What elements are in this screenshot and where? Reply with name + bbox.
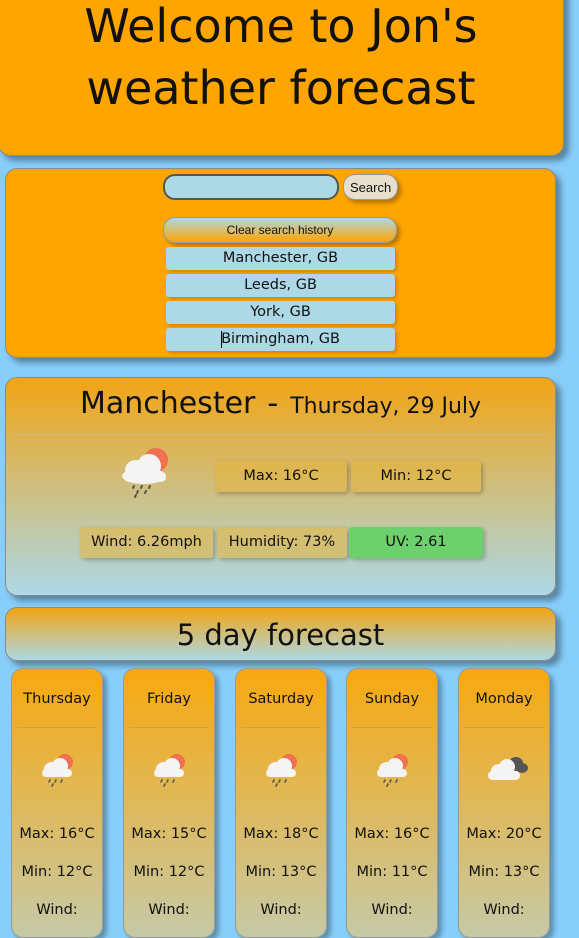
forecast-min: Min: 13°C bbox=[468, 864, 540, 880]
divider bbox=[352, 727, 432, 728]
page-title: Welcome to Jon's weather forecast bbox=[84, 0, 478, 115]
forecast-wind: Wind: bbox=[371, 902, 413, 918]
forecast-max: Max: 16°C bbox=[354, 826, 430, 842]
cloudy-icon bbox=[485, 751, 528, 787]
forecast-min: Min: 12°C bbox=[21, 864, 93, 880]
forecast-title: 5 day forecast bbox=[176, 618, 385, 652]
clear-history-button[interactable]: Clear search history bbox=[163, 217, 397, 243]
forecast-day-name: Friday bbox=[147, 691, 191, 707]
divider bbox=[241, 727, 321, 728]
forecast-day-card: Saturday Max: 18°C Min: 13°C Wind: bbox=[235, 668, 327, 938]
history-item[interactable]: Manchester, GB bbox=[166, 247, 395, 270]
forecast-max: Max: 15°C bbox=[131, 826, 207, 842]
header-banner: Welcome to Jon's weather forecast bbox=[0, 0, 564, 156]
rain-cloud-sun-icon bbox=[38, 751, 78, 787]
search-input[interactable] bbox=[163, 174, 339, 200]
current-weather-title: Manchester - Thursday, 29 July bbox=[6, 386, 555, 421]
forecast-header: 5 day forecast bbox=[5, 607, 556, 661]
divider bbox=[11, 434, 550, 435]
forecast-day-card: Friday Max: 15°C Min: 12°C Wind: bbox=[123, 668, 215, 938]
max-temp: Max: 16°C bbox=[215, 461, 347, 492]
forecast-min: Min: 11°C bbox=[356, 864, 428, 880]
forecast-wind: Wind: bbox=[148, 902, 190, 918]
humidity: Humidity: 73% bbox=[217, 527, 347, 558]
forecast-day-name: Saturday bbox=[248, 691, 314, 707]
search-history-list: Manchester, GB Leeds, GB York, GB Birmin… bbox=[166, 247, 395, 355]
forecast-max: Max: 18°C bbox=[243, 826, 319, 842]
forecast-wind: Wind: bbox=[36, 902, 78, 918]
history-item[interactable]: Leeds, GB bbox=[166, 274, 395, 297]
forecast-day-card: Sunday Max: 16°C Min: 11°C Wind: bbox=[346, 668, 438, 938]
forecast-max: Max: 20°C bbox=[466, 826, 542, 842]
current-weather-panel: Manchester - Thursday, 29 July Max: 16°C M… bbox=[5, 377, 556, 596]
forecast-day-name: Monday bbox=[475, 691, 533, 707]
wind-speed: Wind: 6.26mph bbox=[80, 527, 213, 558]
history-item-label: Birmingham, GB bbox=[221, 331, 340, 347]
forecast-day-name: Sunday bbox=[364, 691, 420, 707]
forecast-day-name: Thursday bbox=[23, 691, 91, 707]
forecast-min: Min: 13°C bbox=[245, 864, 317, 880]
forecast-day-card: Monday Max: 20°C Min: 13°C Wind: bbox=[458, 668, 550, 938]
search-panel: Search Clear search history Manchester, … bbox=[5, 168, 556, 358]
history-item[interactable]: Birmingham, GB bbox=[166, 328, 395, 351]
divider bbox=[129, 727, 209, 728]
min-temp: Min: 12°C bbox=[351, 461, 481, 492]
rain-cloud-sun-icon bbox=[116, 446, 176, 498]
current-date: Thursday, 29 July bbox=[290, 394, 482, 419]
forecast-wind: Wind: bbox=[260, 902, 302, 918]
forecast-max: Max: 16°C bbox=[19, 826, 95, 842]
city-name: Manchester bbox=[79, 386, 256, 421]
forecast-min: Min: 12°C bbox=[133, 864, 205, 880]
rain-cloud-sun-icon bbox=[150, 751, 190, 787]
rain-cloud-sun-icon bbox=[262, 751, 302, 787]
divider bbox=[464, 727, 544, 728]
forecast-day-card: Thursday Max: 16°C Min: 12°C Wind: bbox=[11, 668, 103, 938]
rain-cloud-sun-icon bbox=[373, 751, 413, 787]
forecast-wind: Wind: bbox=[483, 902, 525, 918]
divider bbox=[17, 727, 97, 728]
uv-index-badge: UV: 2.61 bbox=[349, 527, 483, 558]
search-row: Search bbox=[163, 174, 399, 200]
history-item[interactable]: York, GB bbox=[166, 301, 395, 324]
search-button[interactable]: Search bbox=[343, 174, 399, 200]
title-separator: - bbox=[267, 386, 279, 421]
